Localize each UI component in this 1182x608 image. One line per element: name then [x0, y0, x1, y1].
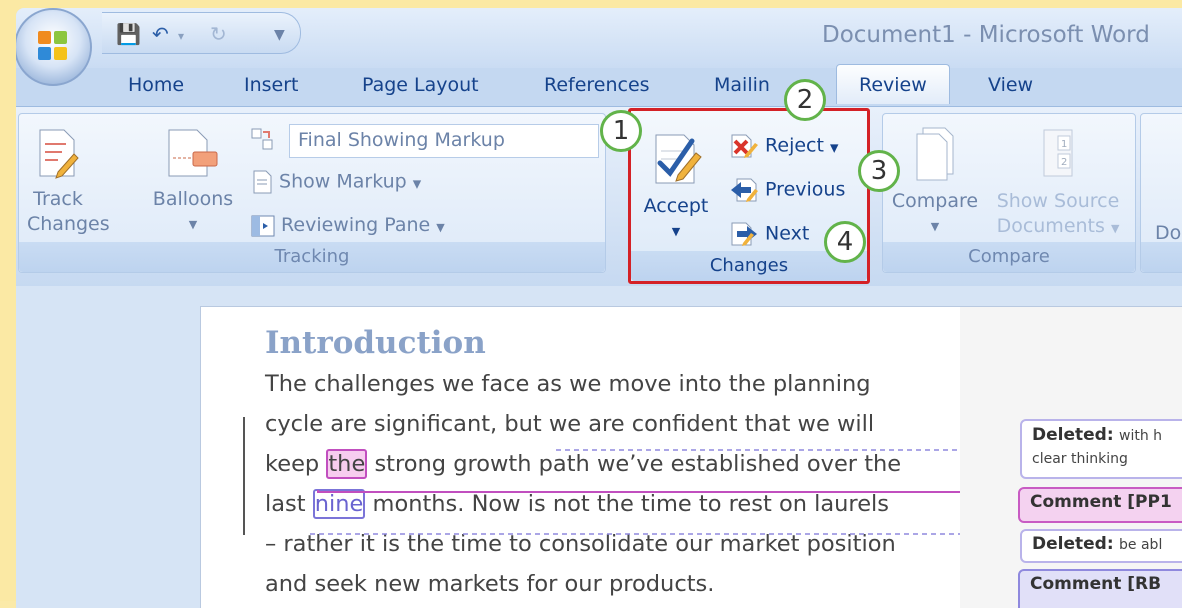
show-source-documents-icon: 1 2 [1043, 129, 1073, 177]
callout-2: 2 [784, 79, 826, 121]
quick-access-toolbar: 💾 ↶ ▾ ↻ ▼ [102, 12, 301, 54]
tab-review[interactable]: Review [836, 64, 950, 104]
show-markup-dropdown-icon: ▼ [412, 177, 422, 191]
reviewing-pane-dropdown-icon: ▼ [436, 221, 445, 234]
balloon-deleted-1[interactable]: Deleted: with h clear thinking [1020, 419, 1182, 479]
tab-insert[interactable]: Insert [244, 74, 299, 96]
protect-group-label [1141, 242, 1182, 272]
compare-group-label: Compare [883, 242, 1135, 272]
balloon-comment-rb-title: Comment [RB [1030, 574, 1162, 594]
compare-label: Compare [891, 190, 979, 212]
previous-button[interactable]: Previous [729, 177, 845, 203]
reviewing-pane-icon [251, 215, 275, 236]
tab-page-layout[interactable]: Page Layout [362, 74, 479, 96]
balloon-deleted-1-text2: clear thinking [1032, 451, 1128, 467]
display-for-review-combo[interactable]: Final Showing Markup [289, 124, 599, 158]
screenshot-frame: 💾 ↶ ▾ ↻ ▼ Document1 - Microsoft Word Hom… [0, 0, 1182, 608]
compare-icon [916, 127, 954, 181]
accept-dropdown-icon: ▼ [671, 225, 681, 238]
tab-home[interactable]: Home [128, 74, 184, 96]
accept-label: Accept [643, 195, 709, 217]
protect-group: F Do [1140, 113, 1182, 273]
track-changes-label: Track [33, 188, 83, 210]
show-markup-label: Show Markup [279, 170, 407, 193]
show-source-label-2: Documents ▼ [996, 215, 1120, 237]
callout-1: 1 [600, 110, 642, 152]
balloon-comment-pp1-title: Comment [PP1 [1030, 492, 1172, 512]
callout-3: 3 [858, 150, 900, 192]
balloons-icon [168, 129, 218, 177]
compare-dropdown-icon: ▼ [930, 220, 940, 233]
balloon-comment-pp1[interactable]: Comment [PP1 [1018, 487, 1182, 523]
ribbon-tabs: Home Insert Page Layout References Maili… [16, 64, 1182, 106]
balloons-button[interactable]: Balloons ▼ [147, 128, 239, 237]
next-label: Next [765, 222, 810, 245]
previous-label: Previous [765, 178, 846, 201]
reject-button[interactable]: Reject ▼ [729, 133, 838, 159]
show-source-documents-button[interactable]: 1 2 Show Source Documents ▼ [983, 126, 1133, 241]
document-area: Introduction The challenges we face as w… [16, 286, 1182, 608]
tab-references[interactable]: References [544, 74, 650, 96]
show-markup-button[interactable]: Show Markup ▼ [251, 170, 421, 194]
callout-4: 4 [824, 221, 866, 263]
save-icon[interactable]: 💾 [116, 22, 141, 46]
accept-icon [655, 134, 702, 184]
next-button[interactable]: Next [729, 221, 809, 247]
balloon-deleted-2-text: be abl [1119, 537, 1163, 553]
compare-button[interactable]: Compare ▼ [887, 126, 983, 239]
svg-text:2: 2 [1061, 157, 1067, 168]
redo-icon[interactable]: ↻ [210, 22, 227, 46]
markup-balloon-pane: Deleted: with h clear thinking Comment [… [960, 306, 1182, 608]
balloons-dropdown-icon: ▼ [188, 218, 198, 231]
title-bar: 💾 ↶ ▾ ↻ ▼ Document1 - Microsoft Word [16, 8, 1182, 86]
undo-icon[interactable]: ↶ [152, 22, 169, 46]
balloon-comment-rb[interactable]: Comment [RB [1018, 569, 1182, 608]
reviewing-pane-button[interactable]: Reviewing Pane ▼ [251, 214, 445, 237]
accept-button[interactable]: Accept ▼ [641, 129, 711, 244]
balloon-deleted-1-text: with h [1119, 428, 1163, 444]
protect-document-button[interactable]: F Do [1155, 196, 1182, 246]
balloon-deleted-2-title: Deleted: [1032, 534, 1114, 554]
window-title: Document1 - Microsoft Word [822, 22, 1150, 48]
previous-icon [731, 178, 758, 202]
tab-mailings[interactable]: Mailin [714, 74, 770, 96]
reject-dropdown-icon: ▼ [830, 141, 839, 155]
show-markup-icon [253, 170, 272, 194]
compare-group: Compare ▼ 1 2 Show Source Documents ▼ Co… [882, 113, 1136, 273]
reviewing-pane-label: Reviewing Pane [281, 214, 431, 236]
ribbon: Track Changes ▼ Balloons ▼ Final Showing… [16, 106, 1182, 287]
display-for-review-value: Final Showing Markup [298, 129, 505, 151]
reject-icon [731, 134, 758, 158]
customize-icon[interactable]: ▼ [274, 27, 285, 43]
undo-dropdown-icon[interactable]: ▾ [178, 29, 184, 43]
balloon-deleted-1-title: Deleted: [1032, 425, 1114, 445]
track-changes-icon [39, 129, 79, 179]
balloon-deleted-2[interactable]: Deleted: be abl [1020, 529, 1182, 563]
word-window: 💾 ↶ ▾ ↻ ▼ Document1 - Microsoft Word Hom… [16, 8, 1182, 608]
balloons-label: Balloons [152, 188, 234, 210]
next-icon [731, 222, 757, 246]
protect-label-1: F [1155, 196, 1182, 221]
tracking-group-label: Tracking [19, 242, 605, 272]
display-for-review-icon [251, 128, 273, 150]
show-source-label: Show Source [996, 190, 1120, 212]
tab-view[interactable]: View [988, 74, 1033, 96]
tracking-group: Track Changes ▼ Balloons ▼ Final Showing… [18, 113, 606, 273]
reject-label: Reject [765, 134, 824, 157]
svg-text:1: 1 [1061, 139, 1067, 150]
